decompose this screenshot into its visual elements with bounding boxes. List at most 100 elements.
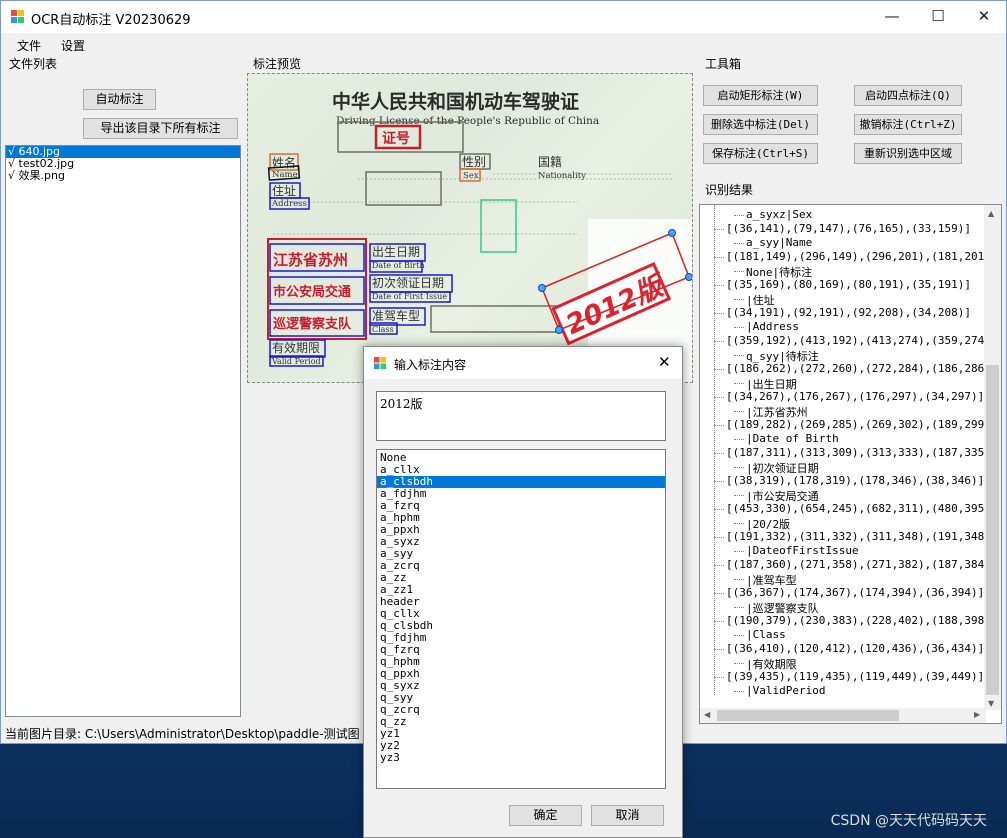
tree-node-coords[interactable]: [(36,410),(120,412),(120,436),(36,434)] bbox=[726, 642, 984, 655]
tree-node-coords[interactable]: [(187,360),(271,358),(271,382),(187,384)… bbox=[726, 558, 998, 571]
tree-node-coords[interactable]: [(181,149),(296,149),(296,201),(181,201)… bbox=[726, 250, 998, 263]
delete-annotation-button[interactable]: 删除选中标注(Del) bbox=[703, 114, 818, 135]
app-icon bbox=[11, 10, 24, 23]
label-option[interactable]: header bbox=[377, 596, 665, 608]
scroll-down-icon[interactable]: ▼ bbox=[988, 699, 994, 708]
tree-node-coords[interactable]: [(191,332),(311,332),(311,348),(191,348)… bbox=[726, 530, 998, 543]
cancel-button[interactable]: 取消 bbox=[591, 805, 664, 826]
rect-annotate-button[interactable]: 启动矩形标注(W) bbox=[703, 85, 818, 106]
ok-button[interactable]: 确定 bbox=[509, 805, 582, 826]
tree-node-coords[interactable]: [(34,267),(176,267),(176,297),(34,297)] bbox=[726, 390, 984, 403]
label-option[interactable]: q_fdjhm bbox=[377, 632, 665, 644]
tree-leaf-label[interactable]: |ValidPeriod bbox=[746, 684, 825, 697]
tree-connector bbox=[714, 341, 724, 342]
address-en: Address bbox=[271, 199, 307, 209]
recognition-result-tree[interactable]: a_syxz|Sex [(36,141),(79,147),(76,165),(3… bbox=[699, 204, 1002, 724]
label-option[interactable]: a_zz1 bbox=[377, 584, 665, 596]
save-annotation-button[interactable]: 保存标注(Ctrl+S) bbox=[703, 143, 818, 164]
label-option[interactable]: q_syxz bbox=[377, 680, 665, 692]
label-option[interactable]: a_ppxh bbox=[377, 524, 665, 536]
vertical-scrollbar[interactable]: ▲ ▼ bbox=[984, 205, 1001, 710]
tree-node-coords[interactable]: [(36,367),(174,367),(174,394),(36,394)] bbox=[726, 586, 984, 599]
label-option[interactable]: q_ppxh bbox=[377, 668, 665, 680]
tree-leaf-label[interactable]: |Date of Birth bbox=[746, 432, 839, 445]
menu-settings[interactable]: 设置 bbox=[61, 37, 85, 54]
horizontal-scrollbar[interactable]: ◀ ▶ bbox=[700, 708, 986, 723]
label-option[interactable]: a_zcrq bbox=[377, 560, 665, 572]
tree-leaf-label[interactable]: |Address bbox=[746, 320, 799, 333]
scroll-up-icon[interactable]: ▲ bbox=[988, 209, 994, 218]
tree-leaf-label[interactable]: a_syxz|Sex bbox=[746, 208, 812, 221]
tree-connector bbox=[714, 453, 724, 454]
horizontal-scroll-thumb[interactable] bbox=[717, 710, 899, 721]
auto-annotate-button[interactable]: 自动标注 bbox=[83, 89, 156, 110]
label-option[interactable]: yz2 bbox=[377, 740, 665, 752]
tree-node-coords[interactable]: [(34,191),(92,191),(92,208),(34,208)] bbox=[726, 306, 971, 319]
tree-connector bbox=[734, 663, 744, 664]
reocr-selection-button[interactable]: 重新识别选中区域 bbox=[854, 143, 962, 164]
label-option[interactable]: yz3 bbox=[377, 752, 665, 764]
tree-node-coords[interactable]: [(190,379),(230,383),(228,402),(188,398)… bbox=[726, 614, 998, 627]
tree-leaf-label[interactable]: |Class bbox=[746, 628, 786, 641]
label-option[interactable]: a_syxz bbox=[377, 536, 665, 548]
file-item[interactable]: √ 效果.png bbox=[6, 170, 240, 182]
tree-connector bbox=[714, 481, 724, 482]
nationality-en: Nationality bbox=[538, 171, 586, 181]
quad-annotate-button[interactable]: 启动四点标注(Q) bbox=[854, 85, 962, 106]
quad-handle[interactable] bbox=[555, 326, 563, 334]
tree-connector bbox=[734, 383, 744, 384]
tree-leaf-label[interactable]: a_syy|Name bbox=[746, 236, 812, 249]
scroll-right-icon[interactable]: ▶ bbox=[974, 710, 980, 719]
tree-connector bbox=[714, 565, 724, 566]
scroll-left-icon[interactable]: ◀ bbox=[704, 710, 710, 719]
license-image[interactable]: 中华人民共和国机动车驾驶证 Driving License of the Peo… bbox=[248, 74, 693, 383]
label-option-list[interactable]: None a_cllx a_clsbdh a_fdjhm a_fzrq a_hphm a_p… bbox=[376, 449, 666, 789]
label-option[interactable]: a_fdjhm bbox=[377, 488, 665, 500]
tree-node-coords[interactable]: [(39,435),(119,435),(119,449),(39,449)] bbox=[726, 670, 984, 683]
status-label: 当前图片目录: bbox=[5, 727, 82, 741]
label-option[interactable]: a_hphm bbox=[377, 512, 665, 524]
tree-connector bbox=[714, 537, 724, 538]
label-option[interactable]: yz1 bbox=[377, 728, 665, 740]
tree-node-coords[interactable]: [(38,319),(178,319),(178,346),(38,346)] bbox=[726, 474, 984, 487]
dialog-title-bar[interactable]: 输入标注内容 ✕ bbox=[364, 347, 682, 379]
label-option[interactable]: q_zz bbox=[377, 716, 665, 728]
tree-connector bbox=[714, 425, 724, 426]
label-option[interactable]: a_syy bbox=[377, 548, 665, 560]
annotation-text-input[interactable]: 2012版 bbox=[376, 391, 666, 441]
minimize-button[interactable]: — bbox=[869, 1, 915, 31]
maximize-button[interactable]: ☐ bbox=[915, 1, 961, 31]
quad-handle[interactable] bbox=[668, 229, 676, 237]
close-button[interactable]: ✕ bbox=[961, 1, 1007, 31]
vertical-scroll-thumb[interactable] bbox=[986, 365, 999, 695]
label-option[interactable]: q_fzrq bbox=[377, 644, 665, 656]
tree-node-coords[interactable]: [(189,282),(269,285),(269,302),(189,299)… bbox=[726, 418, 998, 431]
tree-node-coords[interactable]: [(35,169),(80,169),(80,191),(35,191)] bbox=[726, 278, 971, 291]
tree-node-coords[interactable]: [(453,330),(654,245),(682,311),(480,395)… bbox=[726, 502, 998, 515]
tree-connector bbox=[734, 243, 744, 244]
label-option[interactable]: q_hphm bbox=[377, 656, 665, 668]
menu-file[interactable]: 文件 bbox=[17, 37, 41, 54]
tree-leaf-label[interactable]: |DateofFirstIssue bbox=[746, 544, 859, 557]
quad-handle[interactable] bbox=[685, 273, 693, 281]
tree-node-coords[interactable]: [(186,262),(272,260),(272,284),(186,286)… bbox=[726, 362, 998, 375]
label-option[interactable]: q_syy bbox=[377, 692, 665, 704]
dialog-close-button[interactable]: ✕ bbox=[658, 353, 671, 371]
undo-annotation-button[interactable]: 撤销标注(Ctrl+Z) bbox=[854, 114, 962, 135]
tree-node-coords[interactable]: [(187,311),(313,309),(313,333),(187,335)… bbox=[726, 446, 998, 459]
tree-node-coords[interactable]: [(36,141),(79,147),(76,165),(33,159)] bbox=[726, 222, 971, 235]
tree-connector bbox=[734, 467, 744, 468]
export-all-button[interactable]: 导出该目录下所有标注 bbox=[83, 118, 238, 139]
tree-connector bbox=[714, 285, 724, 286]
tree-node-coords[interactable]: [(359,192),(413,192),(413,274),(359,274)… bbox=[726, 334, 998, 347]
quad-handle[interactable] bbox=[538, 284, 546, 292]
label-option[interactable]: a_zz bbox=[377, 572, 665, 584]
label-option[interactable]: None bbox=[377, 452, 665, 464]
file-list[interactable]: √ 640.jpg √ test02.jpg √ 效果.png bbox=[5, 145, 241, 717]
tree-connector bbox=[734, 411, 744, 412]
class-cn: 准驾车型 bbox=[372, 308, 420, 323]
label-option[interactable]: q_zcrq bbox=[377, 704, 665, 716]
annotation-preview-canvas[interactable]: 中华人民共和国机动车驾驶证 Driving License of the Peo… bbox=[247, 73, 693, 383]
label-option[interactable]: a_fzrq bbox=[377, 500, 665, 512]
title-bar[interactable]: OCR自动标注 V20230629 — ☐ ✕ bbox=[1, 1, 1006, 33]
